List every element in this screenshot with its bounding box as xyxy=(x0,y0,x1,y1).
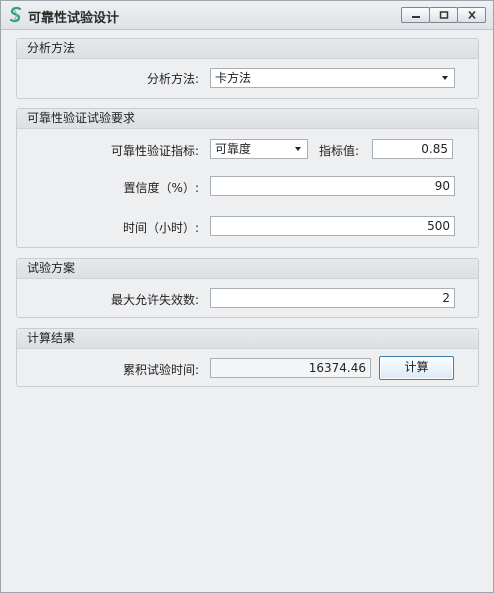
result-group: 计算结果 累积试验时间: 16374.46 计算 xyxy=(16,328,479,387)
max-failures-input[interactable]: 2 xyxy=(210,288,455,308)
maximize-button[interactable] xyxy=(429,7,458,23)
minimize-button[interactable] xyxy=(401,7,430,23)
calculate-button[interactable]: 计算 xyxy=(379,356,454,380)
group-header-analysis: 分析方法 xyxy=(17,39,478,59)
chevron-down-icon xyxy=(442,76,448,80)
method-dropdown[interactable]: 卡方法 xyxy=(210,68,455,88)
cumulative-time-output: 16374.46 xyxy=(210,358,371,378)
time-label: 时间（小时）: xyxy=(122,221,199,235)
maximize-icon xyxy=(439,11,448,19)
app-s-icon xyxy=(9,6,22,23)
close-button[interactable] xyxy=(457,7,486,23)
confidence-label: 置信度（%）: xyxy=(123,181,199,195)
chevron-down-icon xyxy=(295,147,301,151)
group-header-requirements: 可靠性验证试验要求 xyxy=(17,109,478,129)
method-dropdown-value: 卡方法 xyxy=(215,71,252,85)
cumulative-time-label: 累积试验时间: xyxy=(122,363,199,377)
index-value-input[interactable]: 0.85 xyxy=(372,139,453,159)
method-label: 分析方法: xyxy=(146,72,199,86)
time-input[interactable]: 500 xyxy=(210,216,455,236)
window-controls xyxy=(401,7,486,23)
group-header-plan: 试验方案 xyxy=(17,259,478,279)
confidence-input[interactable]: 90 xyxy=(210,176,455,196)
indicator-dropdown-value: 可靠度 xyxy=(215,142,252,156)
group-header-result: 计算结果 xyxy=(17,329,478,349)
indicator-label: 可靠性验证指标: xyxy=(110,144,199,158)
window-title: 可靠性试验设计 xyxy=(28,11,120,26)
max-failures-label: 最大允许失效数: xyxy=(110,293,199,307)
close-icon xyxy=(467,11,476,19)
index-value-label: 指标值: xyxy=(318,144,359,158)
analysis-method-group: 分析方法 分析方法: 卡方法 xyxy=(16,38,479,99)
dialog-window: 可靠性试验设计 分析方法 分析方法: 卡方法 可靠性验证试验要求 可靠性验证指标… xyxy=(0,0,494,593)
indicator-dropdown[interactable]: 可靠度 xyxy=(210,139,308,159)
minimize-icon xyxy=(411,16,420,18)
title-bar[interactable]: 可靠性试验设计 xyxy=(1,1,493,30)
test-plan-group: 试验方案 最大允许失效数: 2 xyxy=(16,258,479,318)
requirements-group: 可靠性验证试验要求 可靠性验证指标: 可靠度 指标值: 0.85 置信度（%）:… xyxy=(16,108,479,248)
